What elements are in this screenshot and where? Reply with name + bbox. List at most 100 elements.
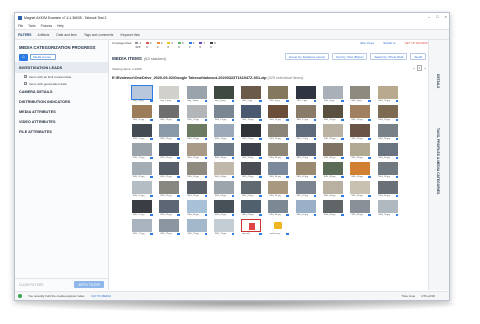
media-thumbnail[interactable]: IMG_32.jpg — [157, 143, 182, 162]
media-thumbnail[interactable]: IMG_67.jpg — [294, 200, 319, 219]
media-thumbnail[interactable]: IMG_55.jpg — [239, 181, 264, 200]
media-thumbnail[interactable]: IMG_7.jpg — [294, 86, 319, 105]
media-thumbnail[interactable]: IMG_47.jpg — [294, 162, 319, 181]
checkbox-icon[interactable] — [24, 75, 27, 78]
media-thumbnail[interactable]: IMG_36.jpg — [266, 143, 291, 162]
maximize-icon[interactable]: □ — [436, 14, 438, 19]
media-thumbnail[interactable]: IMG_13.jpg — [185, 105, 210, 124]
media-thumbnail[interactable]: IMG_64.jpg — [212, 200, 237, 219]
menu-file[interactable]: File — [18, 24, 23, 28]
media-thumbnail[interactable]: IMG_17.jpg — [294, 105, 319, 124]
media-thumbnail[interactable]: IMG_44.jpg — [212, 162, 237, 181]
media-thumbnail[interactable]: IMG_34.jpg — [212, 143, 237, 162]
media-thumbnail[interactable]: IMG_23.jpg — [185, 124, 210, 143]
section-video-attributes[interactable]: VIDEO ATTRIBUTES — [15, 117, 108, 127]
media-thumbnail[interactable]: IMG_8.jpg — [321, 86, 346, 105]
media-thumbnail[interactable]: IMG_43.jpg — [185, 162, 210, 181]
media-thumbnail[interactable]: IMG_10.jpg — [376, 86, 401, 105]
media-thumbnail[interactable]: IMG_68.jpg — [321, 200, 346, 219]
media-thumbnail[interactable]: IMG_42.jpg — [157, 162, 182, 181]
media-thumbnail[interactable]: IMG_20.jpg — [376, 105, 401, 124]
media-thumbnail[interactable]: IMG_19.jpg — [348, 105, 373, 124]
media-thumbnail[interactable]: IMG_21.jpg — [130, 124, 155, 143]
category-stat[interactable]: 50 — [178, 41, 184, 49]
menu-process[interactable]: Process — [41, 24, 53, 28]
media-thumbnail[interactable]: IMG_63.jpg — [185, 200, 210, 219]
media-thumbnail[interactable]: IMG_27.jpg — [294, 124, 319, 143]
category-stat[interactable]: 40 — [167, 41, 173, 49]
media-thumbnail[interactable]: IMG_58.jpg — [321, 181, 346, 200]
media-thumbnail[interactable]: IMG_5.jpg — [239, 86, 264, 105]
media-thumbnail[interactable]: IMG_6.jpg — [266, 86, 291, 105]
media-thumbnail[interactable]: IMG_14.jpg — [212, 105, 237, 124]
timezone-value[interactable]: UTC+0:00 — [421, 294, 435, 298]
media-thumbnail[interactable]: IMG_39.jpg — [348, 143, 373, 162]
close-icon[interactable]: × — [445, 14, 447, 19]
media-thumbnail[interactable]: img_1.jpeg — [130, 85, 155, 105]
sort-by-dropdown[interactable]: Sort by: Size (Bytes) — [332, 53, 368, 60]
media-thumbnail[interactable]: IMG_70.jpg — [376, 200, 401, 219]
media-thumbnail[interactable]: IMG_41.jpg — [130, 162, 155, 181]
select-by-dropdown[interactable]: Select by: Photo DNA — [370, 53, 408, 60]
media-thumbnail[interactable]: IMG_9.jpg — [348, 86, 373, 105]
media-thumbnail[interactable]: IMG_65.jpg — [239, 200, 264, 219]
media-thumbnail[interactable]: IMG_46.jpg — [266, 162, 291, 181]
next-page-button[interactable]: » — [424, 66, 426, 70]
media-thumbnail[interactable]: IMG_54.jpg — [212, 181, 237, 200]
page-number[interactable]: 1 — [416, 65, 423, 71]
media-thumbnail[interactable]: IMG_61.jpg — [130, 200, 155, 219]
minimize-icon[interactable]: – — [428, 14, 430, 19]
media-thumbnail[interactable]: IMG_24.jpg — [212, 124, 237, 143]
menu-tools[interactable]: Tools — [28, 24, 35, 28]
media-thumbnail[interactable]: IMG_40.jpg — [376, 143, 401, 162]
checkbox-icon[interactable] — [24, 82, 27, 85]
section-camera-details[interactable]: CAMERA DETAILS — [15, 87, 108, 97]
section-investigation-leads[interactable]: INVESTIGATION LEADS — [15, 62, 108, 73]
media-thumbnail[interactable]: IMG_50.jpg — [376, 162, 401, 181]
section-file-attributes[interactable]: FILE ATTRIBUTES — [15, 127, 108, 137]
section-media-attributes[interactable]: MEDIA ATTRIBUTES — [15, 107, 108, 117]
tags-profiles-tab[interactable]: TAGS, PROFILES & MEDIA CATEGORIES — [436, 128, 440, 194]
media-thumbnail[interactable]: IMG_73.jpg — [185, 219, 210, 238]
media-thumbnail[interactable]: IMG_12.jpg — [157, 105, 182, 124]
media-thumbnail[interactable]: IMG_60.jpg — [376, 181, 401, 200]
media-thumbnail[interactable]: IMG_15.jpg — [239, 105, 264, 124]
filter-artifacts[interactable]: Artifacts — [38, 33, 50, 37]
set-up-review-button[interactable]: SET UP REVIEW — [405, 41, 428, 45]
media-thumbnail[interactable]: IMG_16.jpg — [266, 105, 291, 124]
media-thumbnail[interactable]: IMG_48.jpg — [321, 162, 346, 181]
media-thumbnail[interactable]: IMG_22.jpg — [157, 124, 182, 143]
media-thumbnail[interactable]: IMG_26.jpg — [266, 124, 291, 143]
media-thumbnail[interactable]: IMG_49.jpg — [348, 162, 373, 181]
media-thumbnail[interactable]: IMG_18.jpg — [321, 105, 346, 124]
category-stat[interactable]: 70 — [199, 41, 205, 49]
media-thumbnail[interactable]: IMG_62.jpg — [157, 200, 182, 219]
media-thumbnail[interactable]: IMG_66.jpg — [266, 200, 291, 219]
media-thumbnail[interactable]: IMG_35.jpg — [239, 143, 264, 162]
media-thumbnail[interactable]: IMG_33.jpg — [185, 143, 210, 162]
media-thumbnail[interactable]: IMG_29.jpg — [348, 124, 373, 143]
filter-exif-created[interactable]: Items with an Exif created date — [15, 73, 108, 80]
skin-tones-button[interactable]: Skin tones — [360, 41, 374, 45]
media-thumbnail[interactable]: archive.zip — [266, 219, 291, 238]
media-thumbnail[interactable]: img_2.jpeg — [157, 86, 182, 105]
media-thumbnail[interactable]: img_3.jpeg — [185, 86, 210, 105]
media-thumbnail[interactable]: IMG_37.jpg — [294, 143, 319, 162]
home-button[interactable]: ⌂ — [19, 53, 28, 61]
media-thumbnail[interactable]: IMG_28.jpg — [321, 124, 346, 143]
details-tab[interactable]: DETAILS — [436, 74, 440, 88]
media-thumbnail[interactable]: img_4.jpeg — [212, 86, 237, 105]
media-thumbnail[interactable]: IMG_71.jpg — [130, 219, 155, 238]
menu-help[interactable]: Help — [57, 24, 64, 28]
clear-filters-button[interactable]: CLEAR FILTERS — [19, 283, 43, 287]
media-thumbnail[interactable]: IMG_38.jpg — [321, 143, 346, 162]
media-source-select[interactable]: Media source — [30, 54, 56, 60]
category-stat[interactable]: 1 325 — [135, 41, 141, 49]
filter-keyword-lists[interactable]: Keyword lists — [120, 33, 139, 37]
media-thumbnail[interactable]: IMG_31.jpg — [130, 143, 155, 162]
media-thumbnail[interactable]: IMG_30.jpg — [376, 124, 401, 143]
media-thumbnail[interactable]: IMG_52.jpg — [157, 181, 182, 200]
thumbnail-size-dropdown[interactable]: Small — [410, 53, 426, 60]
media-thumbnail[interactable]: IMG_53.jpg — [185, 181, 210, 200]
media-thumbnail[interactable]: IMG_45.jpg — [239, 162, 264, 181]
